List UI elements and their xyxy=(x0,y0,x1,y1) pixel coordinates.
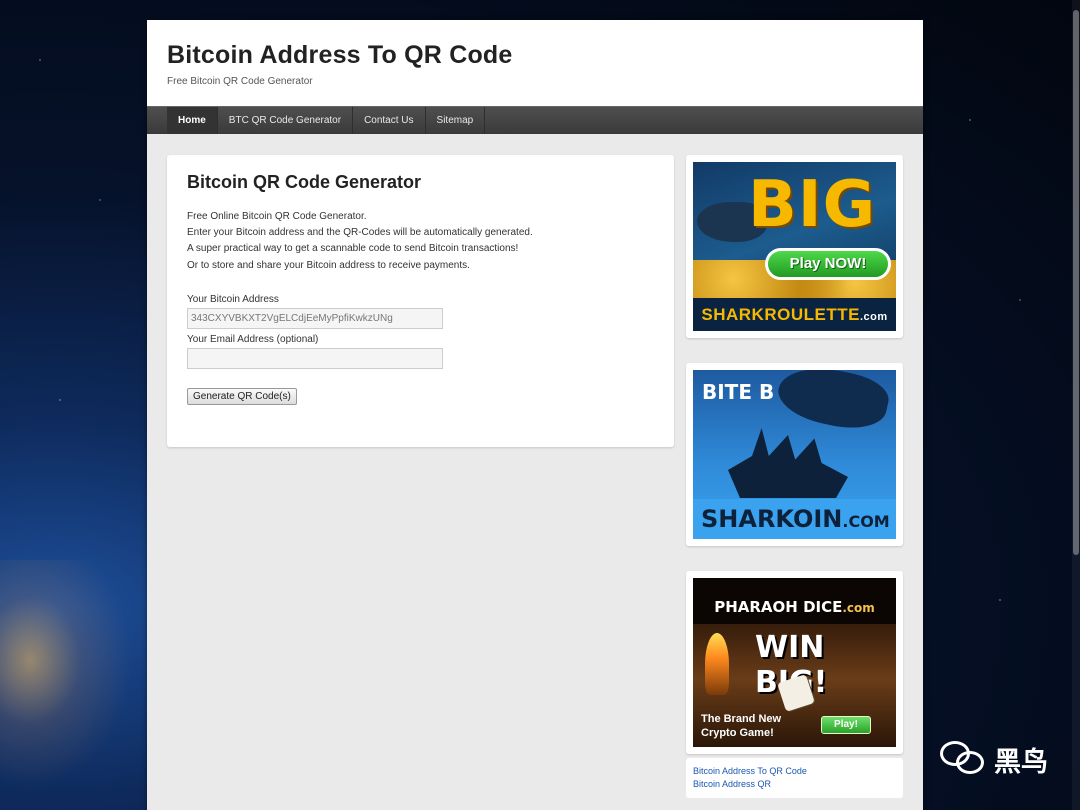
content-area: Bitcoin QR Code Generator Free Online Bi… xyxy=(147,134,923,810)
ad-play-button[interactable]: Play! xyxy=(821,716,871,734)
nav-item-sitemap[interactable]: Sitemap xyxy=(426,107,486,134)
page-container: Bitcoin Address To QR Code Free Bitcoin … xyxy=(147,20,923,810)
wechat-icon xyxy=(940,740,986,779)
ad-brand-suffix: .com xyxy=(842,601,875,615)
qr-generator-form: Your Bitcoin Address Your Email Address … xyxy=(187,294,654,405)
ad-widget-pharaoh-dice: PHARAOH DICE.com WIN BIG! The Brand New … xyxy=(686,571,903,754)
ad-brand: PHARAOH DICE.com xyxy=(693,578,896,624)
ad-brand-suffix: .com xyxy=(859,311,888,323)
intro-line: Enter your Bitcoin address and the QR-Co… xyxy=(187,227,533,239)
ad-banner-shark-roulette[interactable]: BIG Play NOW! SHARKROULETTE.com xyxy=(693,162,896,331)
intro-line: A super practical way to get a scannable… xyxy=(187,243,519,255)
ad-tagline: The Brand New Crypto Game! xyxy=(701,712,781,740)
ad-big-text: BIG xyxy=(748,168,877,242)
ad-brand-suffix: .COM xyxy=(842,512,890,531)
main-title: Bitcoin QR Code Generator xyxy=(187,172,422,192)
ad-banner-pharaoh-dice[interactable]: PHARAOH DICE.com WIN BIG! The Brand New … xyxy=(693,578,896,747)
nav-item-btc-qr-code-generator[interactable]: BTC QR Code Generator xyxy=(218,107,354,134)
ad-tagline-line: The Brand New xyxy=(701,713,782,725)
sidebar-links-widget: Bitcoin Address To QR Code Bitcoin Addre… xyxy=(686,758,903,798)
ad-headline: BITE B xyxy=(702,380,775,404)
intro-line: Free Online Bitcoin QR Code Generator. xyxy=(187,211,367,222)
main-navigation: Home BTC QR Code Generator Contact Us Si… xyxy=(147,106,923,134)
main-content-box: Bitcoin QR Code Generator Free Online Bi… xyxy=(167,155,674,447)
ad-tagline-line: Crypto Game! xyxy=(701,727,774,739)
ad-widget-sharkoin: BITE B SHARKOIN.COM xyxy=(686,363,903,546)
ad-banner-sharkoin[interactable]: BITE B SHARKOIN.COM xyxy=(693,370,896,539)
ad-brand-name: SHARKROULETTE xyxy=(701,305,860,324)
ad-brand-bar: SHARKROULETTE.com xyxy=(693,298,896,331)
watermark-text: 黑鸟 xyxy=(994,747,1048,778)
intro-text: Free Online Bitcoin QR Code Generator. E… xyxy=(187,209,654,274)
bitcoin-address-input[interactable] xyxy=(187,307,443,329)
sidebar-link[interactable]: Bitcoin Address QR xyxy=(693,778,896,791)
shipwreck-icon xyxy=(728,428,848,498)
ad-widget-shark-roulette: BIG Play NOW! SHARKROULETTE.com xyxy=(686,155,903,338)
bitcoin-address-label: Your Bitcoin Address xyxy=(187,293,279,305)
ad-brand-mid: DICE xyxy=(803,598,843,616)
site-title[interactable]: Bitcoin Address To QR Code xyxy=(167,41,903,70)
site-description: Free Bitcoin QR Code Generator xyxy=(167,76,313,87)
nav-item-contact-us[interactable]: Contact Us xyxy=(353,107,426,134)
page-scrollbar[interactable] xyxy=(1072,0,1080,810)
watermark: 黑鸟 xyxy=(940,740,1048,779)
scrollbar-thumb[interactable] xyxy=(1073,10,1079,555)
email-address-input[interactable] xyxy=(187,347,443,369)
sidebar-link[interactable]: Bitcoin Address To QR Code xyxy=(693,765,896,778)
ad-headline: WIN BIG! xyxy=(755,630,827,700)
torch-icon xyxy=(705,633,729,695)
generate-qr-code-button[interactable]: Generate QR Code(s) xyxy=(187,387,297,405)
ad-brand-name: SHARKOIN xyxy=(701,505,843,533)
ad-brand-name: PHARAOH xyxy=(714,598,798,616)
site-header: Bitcoin Address To QR Code Free Bitcoin … xyxy=(147,20,923,106)
shark-icon xyxy=(773,370,893,436)
nav-item-home[interactable]: Home xyxy=(167,107,218,134)
ad-play-now-button[interactable]: Play NOW! xyxy=(765,248,891,280)
ad-brand: SHARKOIN.COM xyxy=(701,505,890,533)
intro-line: Or to store and share your Bitcoin addre… xyxy=(187,259,470,271)
email-address-label: Your Email Address (optional) xyxy=(187,333,319,345)
